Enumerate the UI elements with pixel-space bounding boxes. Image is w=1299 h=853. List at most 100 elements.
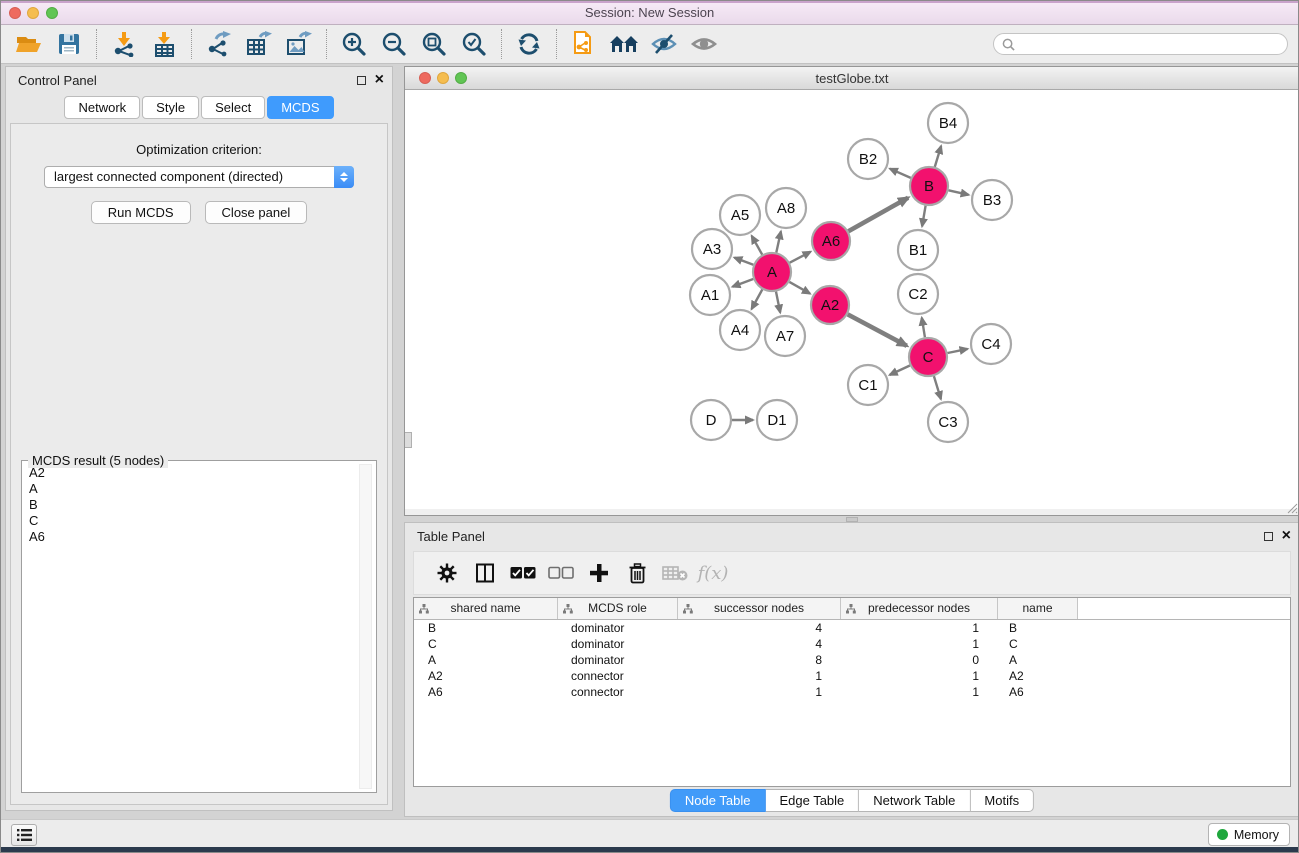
graph-node-A2[interactable]: A2 (811, 286, 849, 324)
table-cell[interactable]: connector (558, 684, 678, 700)
table-cell[interactable]: A2 (998, 668, 1078, 684)
tab-network[interactable]: Network (64, 96, 140, 119)
graph-node-C1[interactable]: C1 (848, 365, 888, 405)
table-cell[interactable]: 0 (841, 652, 998, 668)
table-cell[interactable]: 8 (678, 652, 841, 668)
graph-edge-A-A6[interactable] (790, 252, 811, 263)
graph-edge-C-C3[interactable] (934, 376, 941, 399)
graph-node-C2[interactable]: C2 (898, 274, 938, 314)
table-row[interactable]: A6connector11A6 (414, 684, 1290, 700)
column-header[interactable]: successor nodes (678, 598, 841, 619)
deselect-all-button[interactable] (542, 555, 580, 591)
table-cell[interactable]: C (414, 636, 558, 652)
graph-node-B4[interactable]: B4 (928, 103, 968, 143)
function-builder-button[interactable]: f(x) (694, 555, 732, 591)
table-settings-button[interactable] (428, 555, 466, 591)
graph-edge-B-B1[interactable] (922, 206, 926, 227)
column-header[interactable]: name (998, 598, 1078, 619)
graph-edge-A2-C[interactable] (848, 314, 907, 345)
tab-motifs[interactable]: Motifs (970, 789, 1034, 812)
memory-button[interactable]: Memory (1208, 823, 1290, 846)
table-cell[interactable]: B (998, 620, 1078, 636)
first-neighbors-button[interactable] (604, 27, 644, 61)
graph-node-D1[interactable]: D1 (757, 400, 797, 440)
graph-edge-A-A7[interactable] (776, 292, 780, 313)
close-panel-icon[interactable]: × (1282, 531, 1291, 541)
table-cell[interactable]: A2 (414, 668, 558, 684)
refresh-layout-button[interactable] (509, 27, 549, 61)
graph-edge-A-A3[interactable] (734, 258, 753, 265)
mcds-result-item[interactable]: A6 (26, 529, 358, 545)
graph-node-A3[interactable]: A3 (692, 229, 732, 269)
tab-node-table[interactable]: Node Table (670, 789, 766, 812)
graph-edge-C-C4[interactable] (948, 349, 968, 353)
show-all-button[interactable] (684, 27, 724, 61)
graph-node-A8[interactable]: A8 (766, 188, 806, 228)
tab-select[interactable]: Select (201, 96, 265, 119)
float-panel-icon[interactable] (1264, 532, 1273, 541)
select-all-button[interactable] (504, 555, 542, 591)
mcds-result-item[interactable]: A2 (26, 465, 358, 481)
new-network-from-selection-button[interactable] (564, 27, 604, 61)
table-row[interactable]: Bdominator41B (414, 620, 1290, 636)
graph-edge-B-B4[interactable] (935, 146, 941, 167)
graph-edge-A-A4[interactable] (752, 290, 763, 310)
table-cell[interactable]: 1 (678, 668, 841, 684)
table-row[interactable]: Adominator80A (414, 652, 1290, 668)
import-table-button[interactable] (144, 27, 184, 61)
mcds-result-item[interactable]: C (26, 513, 358, 529)
zoom-fit-button[interactable] (414, 27, 454, 61)
graph-node-A[interactable]: A (753, 253, 791, 291)
search-field[interactable] (993, 33, 1288, 55)
optimization-criterion-select[interactable]: largest connected component (directed) (44, 166, 354, 188)
table-cell[interactable]: C (998, 636, 1078, 652)
table-cell[interactable]: B (414, 620, 558, 636)
zoom-out-button[interactable] (374, 27, 414, 61)
table-cell[interactable]: 1 (841, 636, 998, 652)
table-row[interactable]: Cdominator41C (414, 636, 1290, 652)
show-columns-button[interactable] (466, 555, 504, 591)
graph-node-C4[interactable]: C4 (971, 324, 1011, 364)
graph-node-B[interactable]: B (910, 167, 948, 205)
mcds-result-item[interactable]: A (26, 481, 358, 497)
run-mcds-button[interactable]: Run MCDS (91, 201, 191, 224)
resize-grip-icon[interactable] (1286, 502, 1298, 514)
graph-node-A7[interactable]: A7 (765, 316, 805, 356)
search-input[interactable] (1020, 36, 1279, 52)
graph-edge-B-B2[interactable] (890, 169, 911, 178)
tab-style[interactable]: Style (142, 96, 199, 119)
zoom-selected-button[interactable] (454, 27, 494, 61)
graph-edge-A-A2[interactable] (789, 282, 810, 294)
graph-node-C[interactable]: C (909, 338, 947, 376)
table-cell[interactable]: 1 (841, 684, 998, 700)
table-cell[interactable]: A (414, 652, 558, 668)
graph-node-B3[interactable]: B3 (972, 180, 1012, 220)
table-cell[interactable]: A6 (998, 684, 1078, 700)
tab-edge-table[interactable]: Edge Table (765, 789, 859, 812)
export-table-button[interactable] (239, 27, 279, 61)
mcds-result-item[interactable]: B (26, 497, 358, 513)
add-column-button[interactable] (580, 555, 618, 591)
canvas-left-grip[interactable] (405, 432, 412, 448)
graph-node-D[interactable]: D (691, 400, 731, 440)
result-scrollbar[interactable] (359, 464, 372, 789)
graph-node-A5[interactable]: A5 (720, 195, 760, 235)
export-network-button[interactable] (199, 27, 239, 61)
table-cell[interactable]: 1 (841, 620, 998, 636)
table-cell[interactable]: dominator (558, 620, 678, 636)
table-cell[interactable]: A (998, 652, 1078, 668)
zoom-in-button[interactable] (334, 27, 374, 61)
graph-node-A4[interactable]: A4 (720, 310, 760, 350)
table-cell[interactable]: 1 (841, 668, 998, 684)
table-row[interactable]: A2connector11A2 (414, 668, 1290, 684)
table-cell[interactable]: dominator (558, 636, 678, 652)
show-panels-button[interactable] (11, 824, 37, 846)
table-cell[interactable]: A6 (414, 684, 558, 700)
network-canvas[interactable]: AA1A2A3A4A5A6A7A8BB1B2B3B4CC1C2C3C4DD1 (405, 91, 1299, 509)
graph-edge-A-A1[interactable] (733, 279, 754, 287)
save-session-button[interactable] (49, 27, 89, 61)
table-cell[interactable]: dominator (558, 652, 678, 668)
table-cell[interactable]: 4 (678, 620, 841, 636)
column-header[interactable]: shared name (414, 598, 558, 619)
graph-edge-C-C1[interactable] (890, 366, 910, 375)
